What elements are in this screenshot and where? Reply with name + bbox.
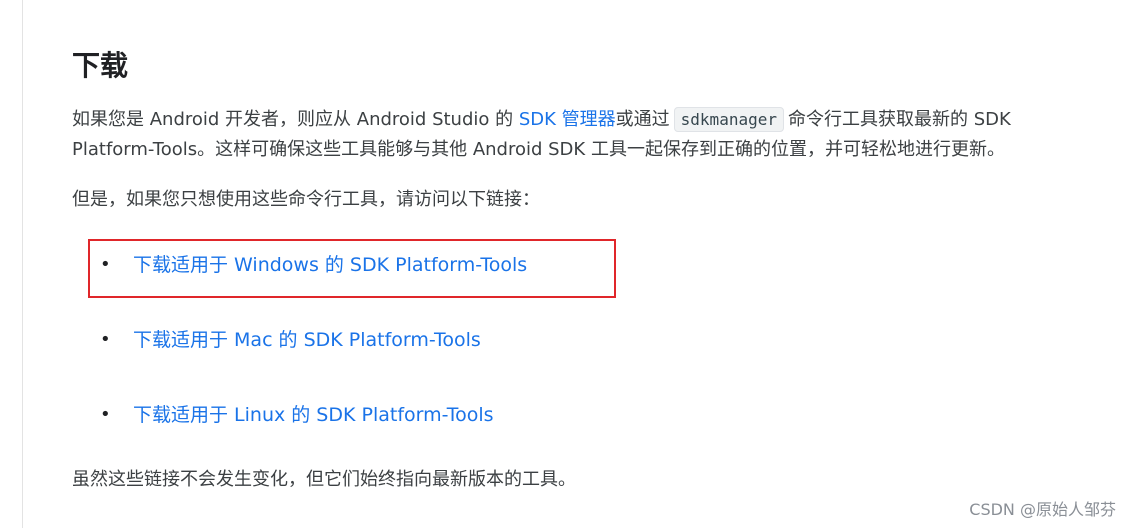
download-mac-link[interactable]: 下载适用于 Mac 的 SDK Platform-Tools — [133, 326, 481, 354]
bullet-icon: • — [100, 404, 111, 425]
subintro-paragraph: 但是，如果您只想使用这些命令行工具，请访问以下链接： — [72, 189, 540, 210]
sdkmanager-code: sdkmanager — [673, 107, 784, 132]
intro-paragraph: 如果您是 Android 开发者，则应从 Android Studio 的 SD… — [72, 105, 1011, 165]
sdk-manager-link[interactable]: SDK 管理器 — [519, 109, 616, 130]
intro-text-part-1: 如果您是 Android 开发者，则应从 Android Studio 的 — [72, 109, 519, 130]
section-heading: 下载 — [72, 49, 129, 82]
page: 下载 如果您是 Android 开发者，则应从 Android Studio 的… — [0, 0, 1130, 528]
intro-text-part-3: 命令行工具获取最新的 SDK — [787, 109, 1011, 130]
download-linux-link[interactable]: 下载适用于 Linux 的 SDK Platform-Tools — [133, 401, 494, 429]
bullet-icon: • — [100, 329, 111, 350]
highlight-annotation-box — [88, 239, 616, 298]
intro-text-line-2: Platform-Tools。这样可确保这些工具能够与其他 Android SD… — [72, 139, 1005, 160]
watermark: CSDN @原始人邹芬 — [969, 500, 1116, 519]
left-divider — [22, 0, 23, 528]
intro-text-part-2: 或通过 — [615, 109, 670, 130]
footnote-paragraph: 虽然这些链接不会发生变化，但它们始终指向最新版本的工具。 — [72, 469, 576, 490]
